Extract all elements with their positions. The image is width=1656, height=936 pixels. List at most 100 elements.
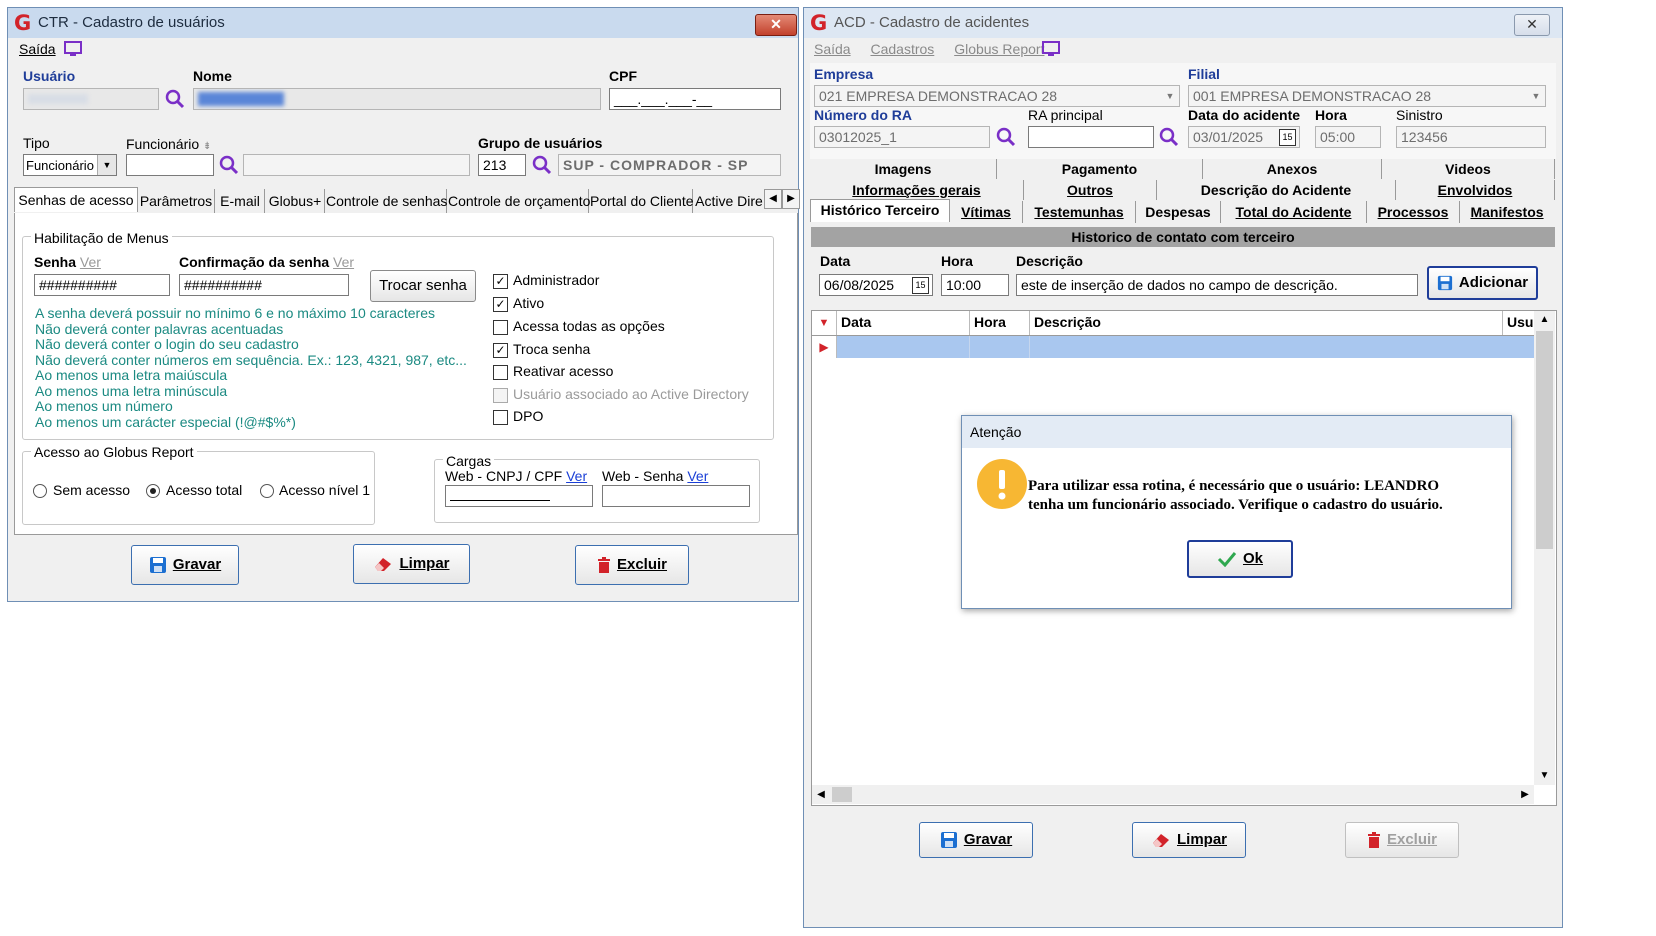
menu-globus-report[interactable]: Globus Report: [954, 41, 1044, 57]
tab-senhas-de-acesso[interactable]: Senhas de acesso: [14, 187, 138, 212]
tab-envolvidos[interactable]: Envolvidos: [1396, 180, 1555, 200]
data-acidente-input[interactable]: 03/01/2025 15: [1188, 126, 1300, 148]
menu-exit[interactable]: Saída: [19, 41, 56, 57]
col-header-descricao[interactable]: Descrição: [1034, 314, 1101, 330]
tab-pagamento[interactable]: Pagamento: [997, 159, 1203, 179]
tab-anexos[interactable]: Anexos: [1203, 159, 1382, 179]
ativo-checkbox[interactable]: ✓: [493, 297, 508, 312]
add-button[interactable]: Adicionar: [1427, 266, 1538, 300]
reativar-acesso-checkbox[interactable]: [493, 365, 508, 380]
vertical-scrollbar[interactable]: ▲ ▼: [1534, 311, 1555, 785]
scroll-thumb[interactable]: [1536, 331, 1553, 549]
monitor-icon[interactable]: [64, 41, 82, 57]
calendar-icon[interactable]: 15: [1279, 129, 1296, 146]
filial-select[interactable]: 001 EMPRESA DEMONSTRACAO 28 ▼: [1188, 85, 1546, 107]
tab-testemunhas[interactable]: Testemunhas: [1023, 201, 1136, 223]
table-row[interactable]: ▶: [812, 336, 1534, 358]
ok-button[interactable]: Ok: [1187, 540, 1293, 578]
troca-senha-checkbox[interactable]: ✓: [493, 343, 508, 358]
chevron-down-icon[interactable]: ▼: [1527, 86, 1545, 106]
tab-processos[interactable]: Processos: [1367, 201, 1460, 223]
tab-historico-terceiro[interactable]: Histórico Terceiro: [810, 199, 950, 222]
web-senha-input[interactable]: [602, 485, 750, 507]
scroll-left-icon[interactable]: ◀: [812, 785, 830, 804]
sinistro-input[interactable]: 123456: [1396, 126, 1546, 148]
tab-controle-de-orcamento[interactable]: Controle de orçamento: [448, 189, 590, 213]
chevron-down-icon[interactable]: ▼: [1161, 86, 1179, 106]
calendar-icon[interactable]: 15: [912, 277, 929, 294]
senha-input[interactable]: ##########: [34, 274, 170, 296]
confirmacao-input[interactable]: ##########: [179, 274, 349, 296]
tab-scroll-right-icon[interactable]: ▶: [782, 189, 800, 209]
cpf-input[interactable]: ___.___.___-__: [609, 88, 781, 110]
col-header-hora[interactable]: Hora: [974, 314, 1006, 330]
search-icon[interactable]: [1158, 126, 1180, 148]
menu-exit[interactable]: Saída: [814, 41, 851, 57]
dpo-checkbox[interactable]: [493, 410, 508, 425]
save-button[interactable]: Gravar: [919, 822, 1033, 858]
clear-button[interactable]: Limpar: [353, 544, 470, 584]
tipo-select[interactable]: Funcionário ▼: [23, 154, 117, 176]
close-button[interactable]: ✕: [1514, 14, 1550, 36]
web-cnpj-input[interactable]: [445, 485, 593, 507]
scroll-thumb[interactable]: [832, 787, 852, 802]
monitor-icon[interactable]: [1042, 41, 1060, 57]
search-icon[interactable]: [995, 126, 1017, 148]
chevron-down-icon[interactable]: ▼: [97, 155, 116, 175]
confirmacao-ver-link[interactable]: Ver: [333, 254, 354, 270]
close-button[interactable]: ✕: [755, 14, 797, 36]
empresa-select[interactable]: 021 EMPRESA DEMONSTRACAO 28 ▼: [814, 85, 1180, 107]
administrador-checkbox[interactable]: ✓: [493, 274, 508, 289]
usuario-input[interactable]: [23, 88, 159, 110]
scroll-up-icon[interactable]: ▲: [1534, 311, 1555, 329]
clear-button[interactable]: Limpar: [1132, 822, 1246, 858]
tab-imagens[interactable]: Imagens: [810, 159, 997, 179]
tab-active-directory[interactable]: Active Dire: [694, 189, 764, 213]
acesso-total-radio[interactable]: [146, 484, 160, 498]
tab-globus-plus[interactable]: Globus+: [266, 189, 325, 213]
tab-scroll-left-icon[interactable]: ◀: [764, 189, 782, 209]
tab-manifestos[interactable]: Manifestos: [1460, 201, 1554, 223]
sort-down-icon[interactable]: ▼: [812, 311, 837, 335]
tab-descricao-do-acidente[interactable]: Descrição do Acidente: [1157, 180, 1396, 200]
search-icon[interactable]: [531, 154, 553, 176]
ra-principal-input[interactable]: [1028, 126, 1154, 148]
menu-cadastros[interactable]: Cadastros: [870, 41, 934, 57]
horizontal-scrollbar[interactable]: ◀ ▶: [812, 785, 1534, 804]
tab-parametros[interactable]: Parâmetros: [138, 189, 215, 213]
acessa-todas-checkbox[interactable]: [493, 320, 508, 335]
acesso-nivel-1-radio[interactable]: [260, 484, 274, 498]
numero-ra-input[interactable]: 03012025_1: [814, 126, 990, 148]
tab-informacoes-gerais[interactable]: Informações gerais: [810, 180, 1024, 200]
search-icon[interactable]: [218, 154, 240, 176]
trocar-senha-button[interactable]: Trocar senha: [370, 270, 476, 302]
scroll-down-icon[interactable]: ▼: [1534, 767, 1555, 785]
col-header-usuario[interactable]: Usu: [1507, 314, 1533, 330]
sem-acesso-radio[interactable]: [33, 484, 47, 498]
tab-total-do-acidente[interactable]: Total do Acidente: [1221, 201, 1367, 223]
tab-controle-de-senhas[interactable]: Controle de senhas: [326, 189, 447, 213]
window-title: ACD - Cadastro de acidentes: [834, 14, 1030, 31]
web-cnpj-ver-link[interactable]: Ver: [566, 468, 587, 484]
web-senha-ver-link[interactable]: Ver: [687, 468, 708, 484]
entry-data-input[interactable]: 06/08/2025 15: [819, 274, 933, 296]
tab-despesas[interactable]: Despesas: [1136, 201, 1221, 223]
tab-outros[interactable]: Outros: [1024, 180, 1157, 200]
senha-label: Senha Ver: [34, 254, 101, 270]
delete-button[interactable]: Excluir: [575, 545, 689, 585]
senha-ver-link[interactable]: Ver: [80, 254, 101, 270]
entry-hora-input[interactable]: 10:00: [941, 274, 1009, 296]
entry-descricao-input[interactable]: este de inserção de dados no campo de de…: [1016, 274, 1418, 296]
scroll-right-icon[interactable]: ▶: [1516, 785, 1534, 804]
tab-email[interactable]: E-mail: [216, 189, 265, 213]
tab-videos[interactable]: Videos: [1382, 159, 1555, 179]
funcionario-code-input[interactable]: [126, 154, 214, 176]
tab-vitimas[interactable]: Vítimas: [950, 201, 1023, 223]
grupo-code-input[interactable]: 213: [478, 154, 526, 176]
save-button[interactable]: Gravar: [131, 545, 239, 585]
hora-input[interactable]: 05:00: [1315, 126, 1381, 148]
tab-portal-do-cliente[interactable]: Portal do Cliente: [590, 189, 694, 213]
nome-input[interactable]: [193, 88, 601, 110]
col-header-data[interactable]: Data: [841, 314, 871, 330]
search-icon[interactable]: [164, 88, 186, 110]
